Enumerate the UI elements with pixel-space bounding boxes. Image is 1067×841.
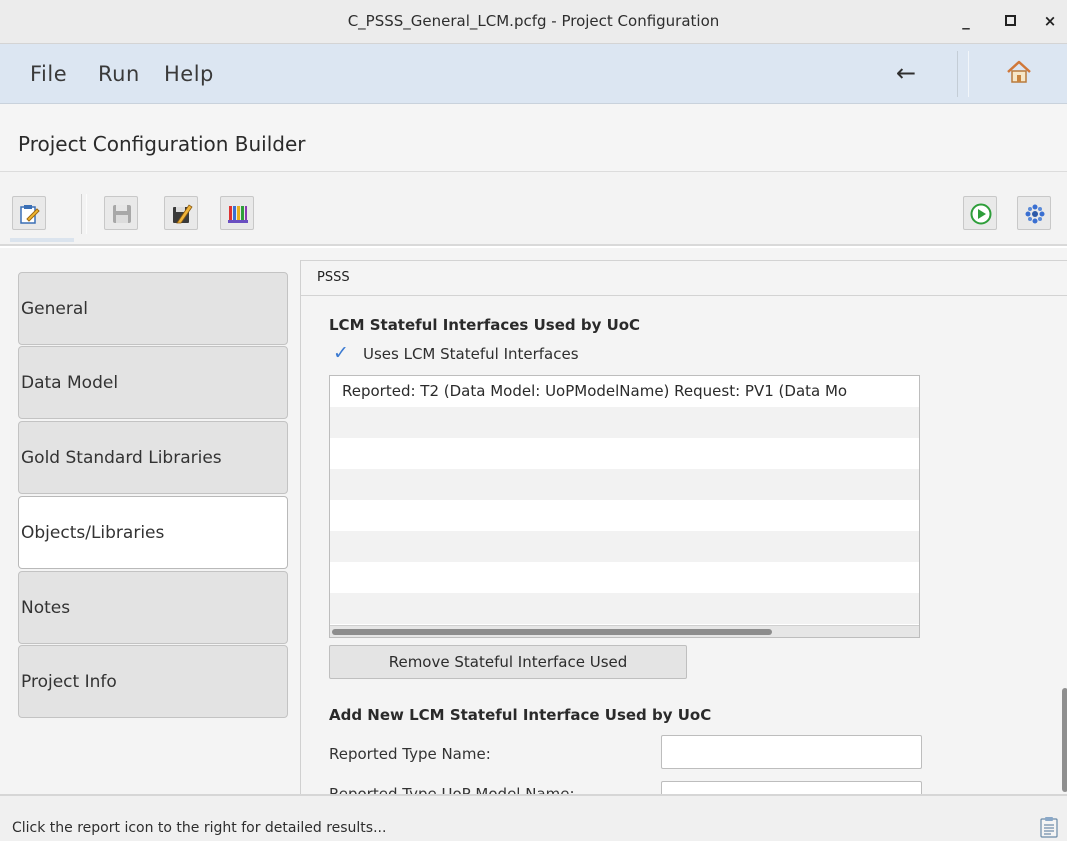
reported-type-name-input[interactable]	[661, 735, 922, 769]
sidebar-tab-label: General	[21, 298, 88, 319]
toolbar	[0, 172, 1067, 246]
panel-tab-psss[interactable]: PSSS	[301, 260, 1067, 296]
edit-config-icon	[20, 205, 40, 224]
reported-type-name-label: Reported Type Name:	[329, 745, 491, 763]
close-button[interactable]: ×	[1038, 9, 1062, 33]
sidebar-tab-general[interactable]: General	[18, 272, 288, 345]
menu-bar: File Run Help ←	[0, 44, 1067, 104]
status-bar: Click the report icon to the right for d…	[0, 794, 1067, 841]
save-as-icon	[173, 204, 193, 224]
section-title-stateful-interfaces: LCM Stateful Interfaces Used by UoC	[329, 316, 641, 334]
page-title: Project Configuration Builder	[18, 132, 306, 156]
vertical-scrollbar-thumb[interactable]	[1062, 688, 1067, 792]
edit-config-button[interactable]	[12, 196, 46, 230]
list-item[interactable]	[330, 469, 919, 500]
active-tool-indicator	[10, 238, 74, 242]
menu-help[interactable]: Help	[164, 62, 214, 86]
maximize-button[interactable]	[999, 9, 1023, 33]
maximize-icon	[1005, 15, 1016, 26]
window-titlebar: C_PSSS_General_LCM.pcfg - Project Config…	[0, 0, 1067, 44]
report-icon	[1040, 817, 1058, 838]
sidebar-tab-label: Notes	[21, 597, 71, 618]
sidebar-tab-label: Data Model	[21, 372, 119, 393]
reported-type-uop-model-name-label: Reported Type UoP Model Name:	[329, 785, 575, 794]
settings-icon	[1025, 204, 1045, 224]
stateful-interface-list[interactable]: Reported: T2 (Data Model: UoPModelName) …	[329, 375, 920, 638]
run-icon	[970, 203, 992, 225]
toolbar-separator	[81, 194, 87, 234]
config-panel: PSSS LCM Stateful Interfaces Used by UoC…	[300, 260, 1067, 794]
sidebar-tab-gold-standard-libraries[interactable]: Gold Standard Libraries	[18, 421, 288, 494]
clipped-field-row: Reported Type UoP Model Name:	[301, 781, 1060, 794]
reported-type-uop-model-name-input[interactable]	[661, 781, 922, 794]
run-button[interactable]	[963, 196, 997, 230]
menu-run[interactable]: Run	[98, 62, 140, 86]
minimize-button[interactable]: _	[954, 9, 978, 33]
save-as-button[interactable]	[164, 196, 198, 230]
horizontal-scrollbar-thumb[interactable]	[332, 629, 772, 635]
list-item[interactable]	[330, 407, 919, 438]
window-title: C_PSSS_General_LCM.pcfg - Project Config…	[347, 12, 720, 30]
library-icon	[228, 206, 248, 223]
save-icon	[113, 205, 131, 223]
save-button[interactable]	[104, 196, 138, 230]
menu-file[interactable]: File	[30, 62, 67, 86]
sidebar-tab-objects-libraries[interactable]: Objects/Libraries	[18, 496, 288, 569]
builder-header: Project Configuration Builder	[0, 104, 1067, 172]
sidebar-tab-label: Gold Standard Libraries	[21, 447, 222, 468]
menu-separator	[957, 51, 969, 97]
checkbox-label: Uses LCM Stateful Interfaces	[363, 345, 579, 363]
panel-tab-label: PSSS	[317, 270, 350, 285]
horizontal-scrollbar[interactable]	[330, 625, 919, 637]
list-item[interactable]	[330, 562, 919, 593]
home-icon	[1007, 60, 1031, 83]
content-area: General Data Model Gold Standard Librari…	[0, 248, 1067, 794]
sidebar-tab-data-model[interactable]: Data Model	[18, 346, 288, 419]
remove-stateful-interface-button[interactable]: Remove Stateful Interface Used	[329, 645, 687, 679]
library-button[interactable]	[220, 196, 254, 230]
sidebar-tab-label: Project Info	[21, 671, 117, 692]
list-item[interactable]	[330, 593, 919, 624]
sidebar-tab-notes[interactable]: Notes	[18, 571, 288, 644]
checkmark-icon: ✓	[333, 342, 349, 364]
list-item[interactable]	[330, 500, 919, 531]
sidebar-tab-project-info[interactable]: Project Info	[18, 645, 288, 718]
report-button[interactable]	[1040, 816, 1058, 838]
list-item[interactable]	[330, 438, 919, 469]
status-text: Click the report icon to the right for d…	[12, 820, 387, 836]
list-item-text: Reported: T2 (Data Model: UoPModelName) …	[342, 382, 848, 400]
list-item[interactable]	[330, 531, 919, 562]
settings-button[interactable]	[1017, 196, 1051, 230]
home-button[interactable]	[1005, 58, 1037, 90]
sidebar-tab-label: Objects/Libraries	[21, 522, 165, 543]
back-button[interactable]: ←	[888, 58, 924, 90]
sidebar: General Data Model Gold Standard Librari…	[0, 248, 300, 794]
section-title-add-interface: Add New LCM Stateful Interface Used by U…	[329, 706, 712, 724]
list-item[interactable]: Reported: T2 (Data Model: UoPModelName) …	[330, 376, 919, 407]
